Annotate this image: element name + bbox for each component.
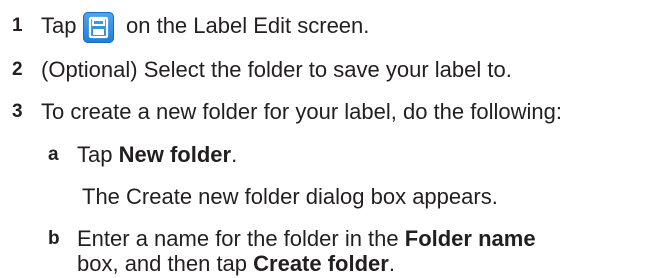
step-text-before-icon: Tap bbox=[41, 13, 77, 38]
substep-text-bold: New folder bbox=[118, 142, 232, 167]
step-text: To create a new folder for your label, d… bbox=[41, 99, 562, 124]
substep-letter: a bbox=[48, 144, 59, 165]
substep-text: Tap New folder. bbox=[77, 141, 237, 169]
substep-text-line-1: Enter a name for the folder in the Folde… bbox=[77, 225, 536, 253]
substep-text-pre: Tap bbox=[77, 142, 119, 167]
step-text: (Optional) Select the folder to save you… bbox=[41, 57, 512, 82]
step-number: 3 bbox=[12, 101, 23, 122]
substep-text-line-2: box, and then tap Create folder. bbox=[77, 250, 395, 278]
save-icon bbox=[83, 12, 114, 43]
substep-line2-pre: box, and then tap bbox=[77, 251, 254, 276]
substep-note-text: The Create new folder dialog box appears… bbox=[82, 184, 498, 209]
step-number: 2 bbox=[12, 59, 23, 80]
substep-text-post: . bbox=[231, 142, 238, 167]
substep-line2-bold: Create folder bbox=[253, 251, 389, 276]
substep-line2-post: . bbox=[388, 251, 395, 276]
step-number: 1 bbox=[12, 15, 23, 36]
substep-line1-pre: Enter a name for the folder in the bbox=[77, 226, 405, 251]
substep-line1-bold: Folder name bbox=[404, 226, 536, 251]
step-text-after-icon: on the Label Edit screen. bbox=[126, 13, 370, 38]
substep-letter: b bbox=[48, 228, 60, 249]
